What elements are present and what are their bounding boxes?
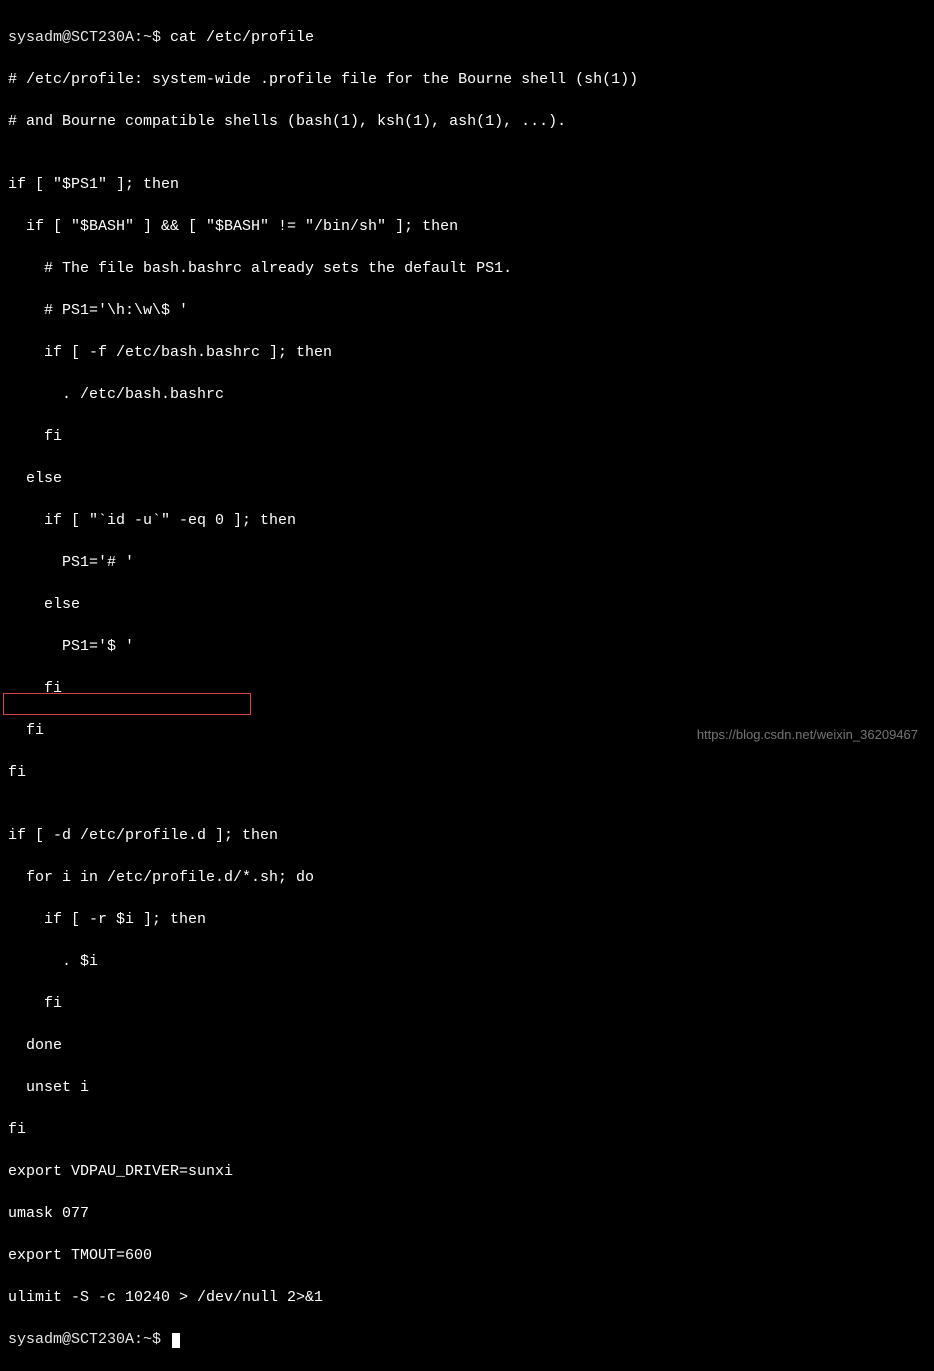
output-line: if [ -d /etc/profile.d ]; then [8,825,926,846]
output-line: ulimit -S -c 10240 > /dev/null 2>&1 [8,1287,926,1308]
output-line: else [8,468,926,489]
command-line-1: sysadm@SCT230A:~$ cat /etc/profile [8,27,926,48]
output-line: done [8,1035,926,1056]
command-line-2: sysadm@SCT230A:~$ [8,1329,926,1350]
output-line: if [ "`id -u`" -eq 0 ]; then [8,510,926,531]
output-line: PS1='$ ' [8,636,926,657]
watermark-text: https://blog.csdn.net/weixin_36209467 [697,726,918,744]
output-line: # The file bash.bashrc already sets the … [8,258,926,279]
entered-command: cat /etc/profile [170,29,314,46]
output-line: for i in /etc/profile.d/*.sh; do [8,867,926,888]
output-line: # and Bourne compatible shells (bash(1),… [8,111,926,132]
output-line: PS1='# ' [8,552,926,573]
shell-prompt: sysadm@SCT230A:~$ [8,29,170,46]
output-line: . $i [8,951,926,972]
output-line: # PS1='\h:\w\$ ' [8,300,926,321]
output-line: export VDPAU_DRIVER=sunxi [8,1161,926,1182]
shell-prompt: sysadm@SCT230A:~$ [8,1331,170,1348]
output-line: if [ "$BASH" ] && [ "$BASH" != "/bin/sh"… [8,216,926,237]
cursor-icon[interactable] [172,1333,180,1348]
output-line: fi [8,678,926,699]
output-line: fi [8,426,926,447]
output-line: . /etc/bash.bashrc [8,384,926,405]
output-line: unset i [8,1077,926,1098]
output-line-highlighted: export TMOUT=600 [8,1245,926,1266]
output-line: fi [8,993,926,1014]
output-line: else [8,594,926,615]
output-line: if [ -f /etc/bash.bashrc ]; then [8,342,926,363]
output-line: if [ -r $i ]; then [8,909,926,930]
output-line: if [ "$PS1" ]; then [8,174,926,195]
output-line: fi [8,762,926,783]
output-line: # /etc/profile: system-wide .profile fil… [8,69,926,90]
output-line: fi [8,1119,926,1140]
terminal-output[interactable]: sysadm@SCT230A:~$ cat /etc/profile # /et… [8,6,926,1371]
output-line: umask 077 [8,1203,926,1224]
